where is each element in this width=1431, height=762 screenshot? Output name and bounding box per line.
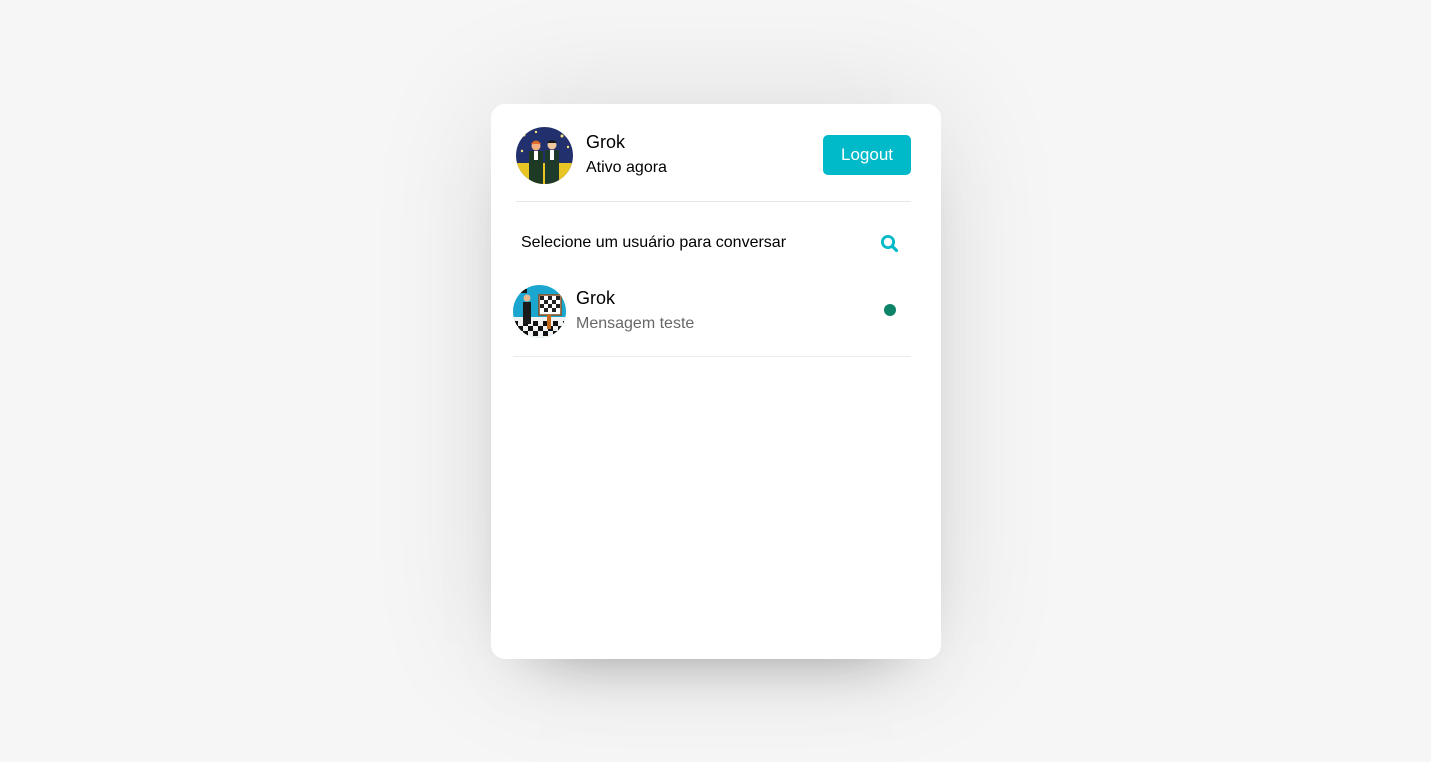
last-message: Mensagem teste <box>576 315 695 332</box>
search-button[interactable] <box>875 229 905 259</box>
search-bar: Selecione um usuário para conversar <box>521 221 911 267</box>
user-name: Grok <box>576 288 616 308</box>
user-list-item[interactable]: Grok Mensagem teste <box>513 285 911 357</box>
profile-status: Ativo agora <box>586 159 667 176</box>
profile-name: Grok <box>586 132 626 152</box>
search-icon <box>875 235 905 262</box>
profile-avatar <box>516 127 573 184</box>
profile-header: Grok Ativo agora Logout <box>516 127 911 202</box>
chat-users-panel: Grok Ativo agora Logout Selecione um usu… <box>491 104 941 659</box>
user-avatar <box>513 285 566 338</box>
logout-button[interactable]: Logout <box>823 135 911 175</box>
search-title: Selecione um usuário para conversar <box>521 234 787 251</box>
online-status-dot <box>884 304 896 316</box>
